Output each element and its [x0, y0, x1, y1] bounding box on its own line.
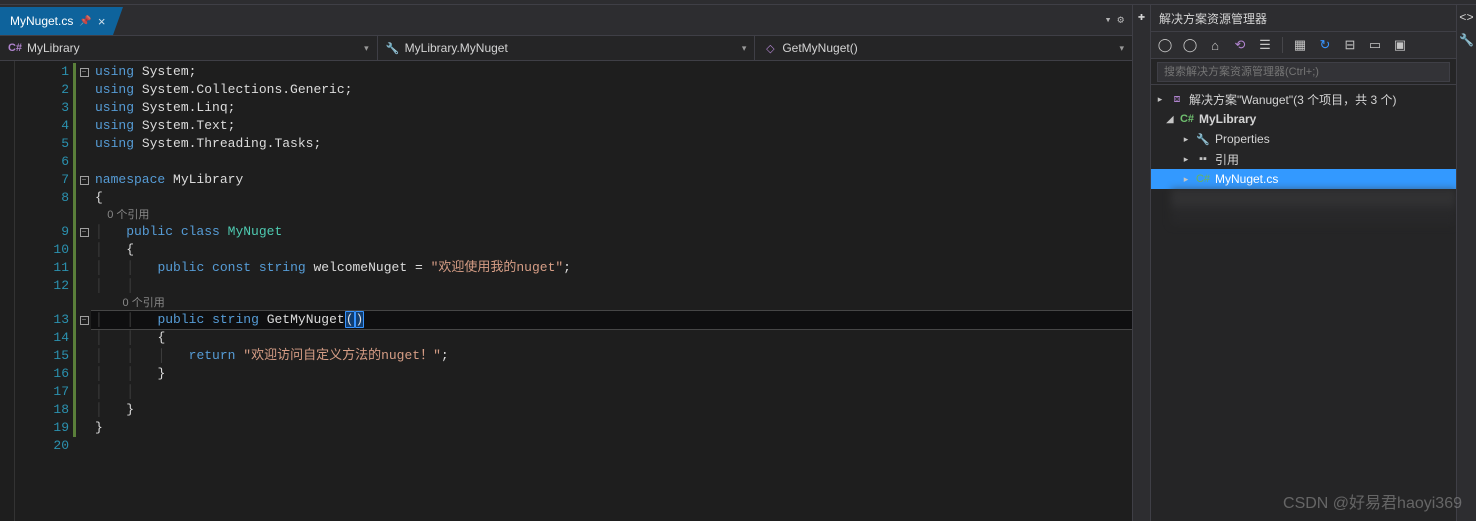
side-tab-icon[interactable]: <>	[1459, 11, 1473, 25]
expand-toggle[interactable]: ▸	[1181, 134, 1191, 145]
solution-explorer-title: 解决方案资源管理器	[1151, 5, 1456, 31]
properties-icon[interactable]: ▭	[1367, 37, 1383, 53]
preview-icon[interactable]: ▣	[1392, 37, 1408, 53]
home-icon[interactable]: ⌂	[1207, 37, 1223, 53]
expand-toggle[interactable]: ▸	[1181, 174, 1191, 185]
method-icon: ◇	[763, 41, 777, 55]
filter-icon[interactable]: ☰	[1257, 37, 1273, 53]
chevron-down-icon: ▾	[364, 43, 369, 54]
solution-icon: ⧈	[1169, 91, 1185, 107]
blurred-nodes	[1171, 189, 1456, 225]
fold-toggle[interactable]: −	[80, 316, 89, 325]
back-icon[interactable]: ◯	[1157, 37, 1173, 53]
side-tab-icon[interactable]: 🔧	[1459, 33, 1474, 48]
code-editor[interactable]: 1 2 3 4 5 6 7 8 9 10 11 12 13 14 15 16 1…	[0, 61, 1132, 521]
properties-node[interactable]: ▸ 🔧 Properties	[1151, 129, 1456, 149]
solution-explorer-panel: 解决方案资源管理器 ◯ ◯ ⌂ ⟲ ☰ ▦ ↻ ⊟ ▭ ▣ ▸ ⧈ 解决方案"W…	[1150, 5, 1456, 521]
fold-toggle[interactable]: −	[80, 176, 89, 185]
chevron-down-icon: ▾	[1119, 43, 1124, 54]
solution-search-input[interactable]	[1157, 62, 1450, 82]
breadcrumb-project[interactable]: C# MyLibrary ▾	[0, 36, 378, 60]
tab-filename: MyNuget.cs	[10, 14, 73, 28]
breadcrumb-member[interactable]: ◇ GetMyNuget() ▾	[755, 36, 1132, 60]
refresh-icon[interactable]: ↻	[1317, 37, 1333, 53]
editor-glyph-margin	[0, 61, 15, 521]
solution-node[interactable]: ▸ ⧈ 解决方案"Wanuget"(3 个项目，共 3 个)	[1151, 89, 1456, 109]
sync-icon[interactable]: ⟲	[1232, 37, 1248, 53]
fold-toggle[interactable]: −	[80, 228, 89, 237]
editor-right-rail: ✚	[1132, 5, 1150, 521]
expand-toggle[interactable]: ▸	[1181, 154, 1191, 165]
csharp-project-icon: C#	[8, 41, 22, 55]
csharp-project-icon: C#	[1179, 111, 1195, 127]
breadcrumb-bar: C# MyLibrary ▾ 🔧 MyLibrary.MyNuget ▾ ◇ G…	[0, 35, 1132, 61]
breadcrumb-class[interactable]: 🔧 MyLibrary.MyNuget ▾	[378, 36, 756, 60]
split-editor-icon[interactable]: ✚	[1138, 5, 1145, 28]
gear-icon[interactable]: ⚙	[1117, 13, 1124, 27]
chevron-down-icon: ▾	[742, 43, 747, 54]
project-node[interactable]: ◢ C# MyLibrary	[1151, 109, 1456, 129]
references-node[interactable]: ▸ ▪▪ 引用	[1151, 149, 1456, 169]
show-all-icon[interactable]: ▦	[1292, 37, 1308, 53]
solution-tree[interactable]: ▸ ⧈ 解决方案"Wanuget"(3 个项目，共 3 个) ◢ C# MyLi…	[1151, 85, 1456, 521]
references-icon: ▪▪	[1195, 151, 1211, 167]
expand-toggle[interactable]: ▸	[1155, 94, 1165, 105]
pin-icon[interactable]: 📌	[79, 16, 91, 27]
solution-explorer-toolbar: ◯ ◯ ⌂ ⟲ ☰ ▦ ↻ ⊟ ▭ ▣	[1151, 31, 1456, 59]
solution-search	[1151, 59, 1456, 85]
tab-dropdown-icon[interactable]: ▾	[1105, 13, 1112, 27]
close-icon[interactable]: ×	[98, 14, 106, 29]
document-tab-bar: MyNuget.cs 📌 × ▾ ⚙	[0, 5, 1132, 35]
fold-toggle[interactable]: −	[80, 68, 89, 77]
csharp-file-icon: C#	[1195, 171, 1211, 187]
class-icon: 🔧	[386, 41, 400, 55]
side-tabs: <> 🔧	[1456, 5, 1476, 521]
expand-toggle[interactable]: ◢	[1165, 114, 1175, 125]
line-number-gutter: 1 2 3 4 5 6 7 8 9 10 11 12 13 14 15 16 1…	[15, 61, 77, 521]
forward-icon[interactable]: ◯	[1182, 37, 1198, 53]
active-tab[interactable]: MyNuget.cs 📌 ×	[0, 7, 113, 35]
file-node[interactable]: ▸ C# MyNuget.cs	[1151, 169, 1456, 189]
collapse-icon[interactable]: ⊟	[1342, 37, 1358, 53]
code-text[interactable]: using System; using System.Collections.G…	[91, 61, 1132, 521]
outline-margin: − − − −	[77, 61, 91, 521]
wrench-icon: 🔧	[1195, 131, 1211, 147]
